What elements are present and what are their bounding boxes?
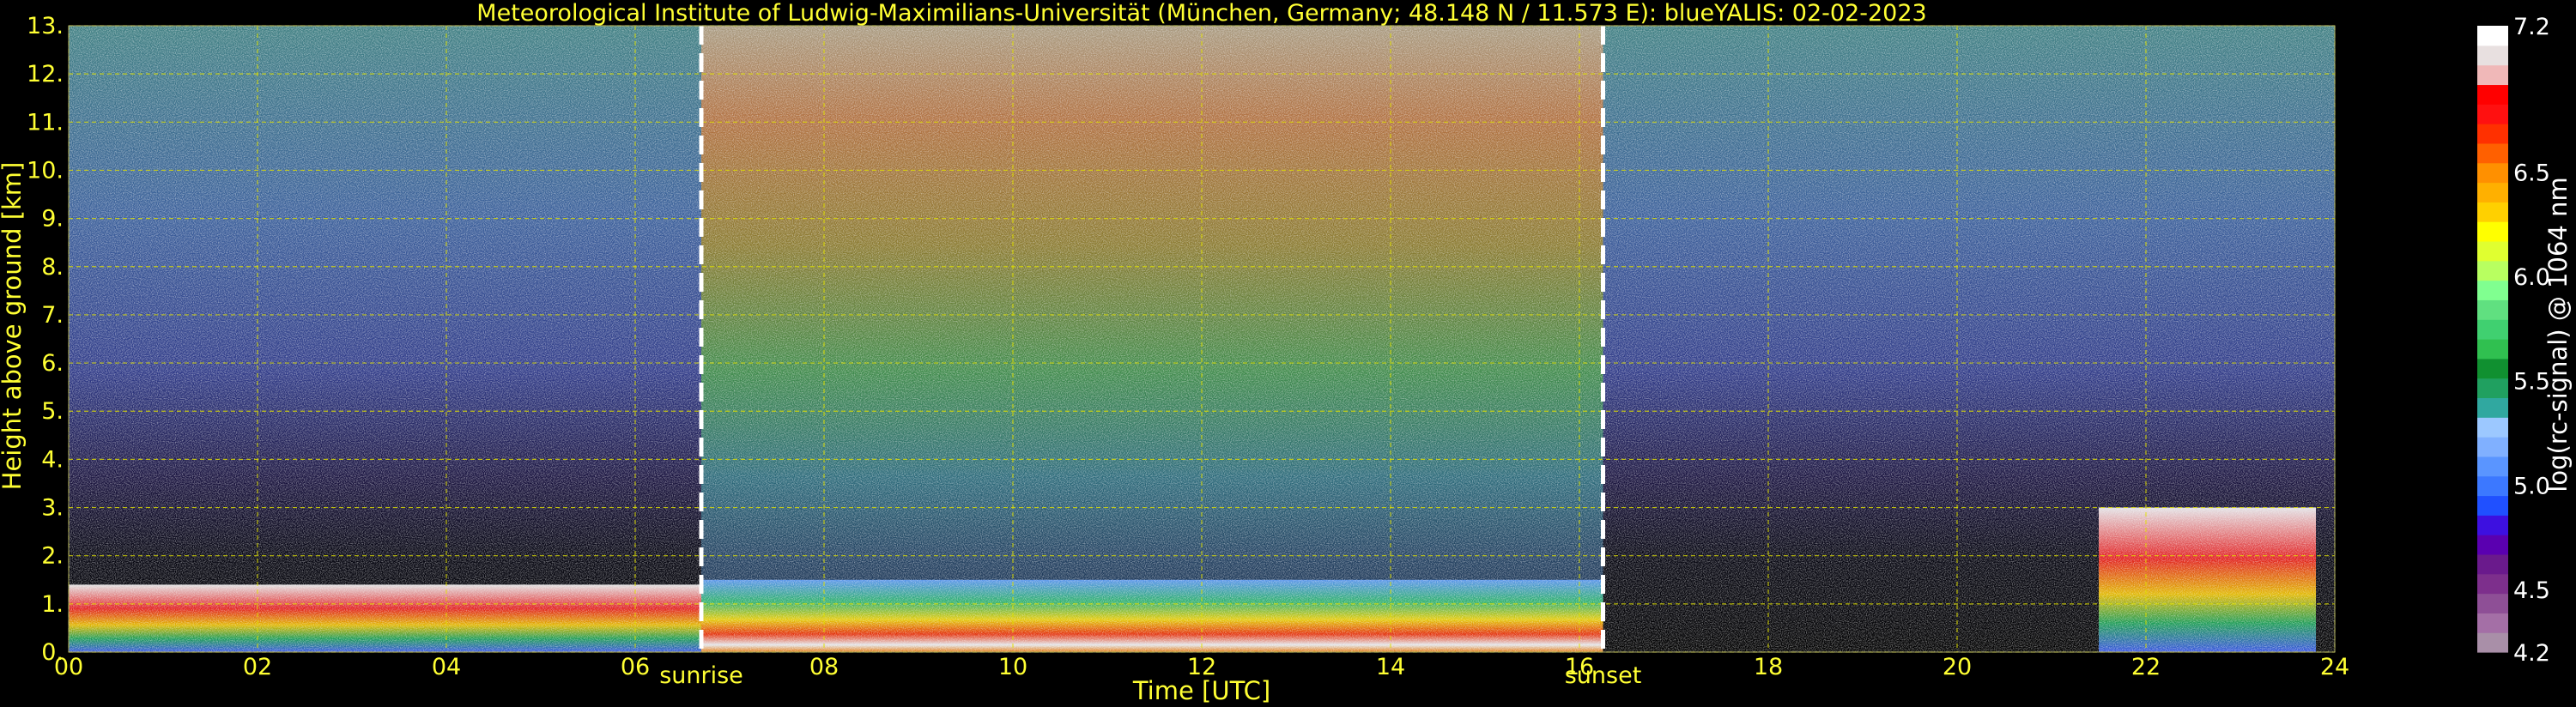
y-tick-label: 2. [41,543,64,570]
sunset-label: sunset [1565,662,1642,689]
y-tick-label: 4. [41,446,64,473]
colorbar-segment [2477,182,2508,202]
colorbar-segment [2477,535,2508,555]
colorbar-segment [2477,417,2508,438]
colorbar-segment [2477,358,2508,379]
y-tick-label: 13. [27,13,64,39]
colorbar-tick-label: 7.2 [2513,14,2550,40]
colorbar-segment [2477,573,2508,595]
colorbar-segment [2477,142,2508,164]
y-tick-label: 3. [41,495,64,522]
colorbar-segment [2477,124,2508,144]
colorbar-segment [2477,202,2508,222]
colorbar-segment [2477,378,2508,399]
colorbar-segment [2477,613,2508,633]
x-tick-label: 14 [1376,654,1405,680]
colorbar-segment [2477,437,2508,457]
x-tick-label: 04 [432,654,461,680]
y-tick-label: 11. [27,109,64,136]
colorbar-segment [2477,475,2508,497]
colorbar-segment [2477,553,2508,575]
colorbar-segment [2477,64,2508,86]
colorbar-segment [2477,84,2508,105]
y-tick-label: 7. [41,302,64,329]
y-tick-label: 10. [27,157,64,184]
colorbar-segment [2477,593,2508,613]
x-axis-label: Time [UTC] [1132,676,1270,705]
colorbar-segment [2477,319,2508,340]
colorbar-segment [2477,260,2508,281]
x-tick-label: 06 [621,654,650,680]
colorbar-segment [2477,515,2508,535]
x-tick-label: 08 [809,654,839,680]
colorbar-segment [2477,456,2508,477]
x-tick-label: 24 [2320,654,2349,680]
y-tick-label: 5. [41,398,64,425]
plot-area [68,25,2336,653]
y-tick-label: 1. [41,591,64,618]
x-tick-label: 00 [54,654,83,680]
colorbar-segment [2477,26,2508,46]
y-tick-label: 8. [41,254,64,281]
x-tick-label: 20 [1943,654,1972,680]
sunrise-label: sunrise [659,662,743,689]
colorbar-segment [2477,299,2508,320]
lidar-chart: Meteorological Institute of Ludwig-Maxim… [0,0,2573,705]
y-tick-label: 12. [27,61,64,88]
x-tick-label: 02 [243,654,272,680]
colorbar-tick-label: 4.2 [2513,640,2550,667]
colorbar-label: log(rc-signal) @ 1064 nm [2543,177,2573,492]
colorbar-segment [2477,397,2508,418]
x-tick-label: 18 [1754,654,1783,680]
colorbar-segment [2477,240,2508,262]
colorbar-segment [2477,162,2508,184]
y-tick-label: 6. [41,350,64,377]
x-tick-label: 10 [998,654,1027,680]
colorbar-segment [2477,280,2508,300]
colorbar-tick-label: 4.5 [2513,577,2550,604]
y-axis-label: Height above ground [km] [0,162,27,491]
colorbar-segment [2477,104,2508,124]
x-tick-label: 22 [2131,654,2161,680]
colorbar [2477,26,2508,653]
colorbar-segment [2477,45,2508,66]
colorbar-segment [2477,339,2508,360]
chart-title: Meteorological Institute of Ludwig-Maxim… [476,0,1926,27]
colorbar-segment [2477,495,2508,516]
colorbar-segment [2477,221,2508,242]
colorbar-segment [2477,632,2508,653]
y-axis-ticks: 0.1.2.3.4.5.6.7.8.9.10.11.12.13. [27,13,64,666]
y-tick-label: 9. [41,206,64,233]
